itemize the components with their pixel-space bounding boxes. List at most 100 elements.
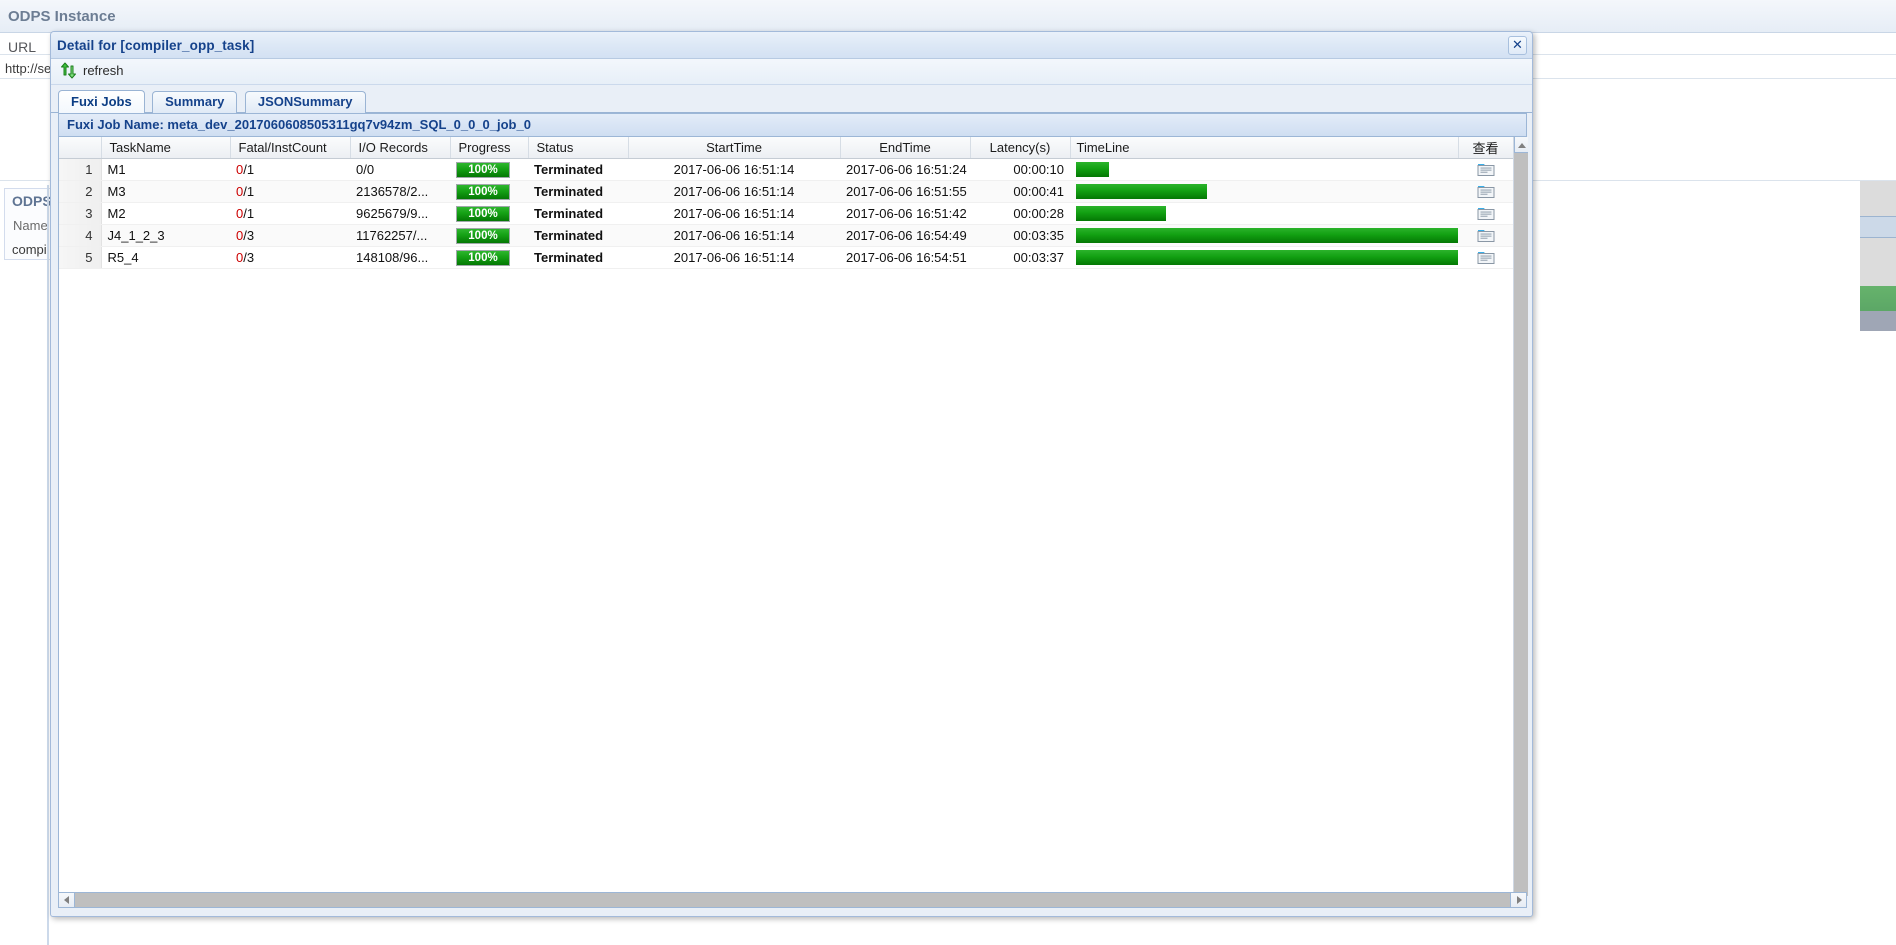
- table-row[interactable]: 2 M3 0/1 2136578/2... 100% Terminated 20…: [59, 180, 1513, 202]
- grid-scroll-area: TaskName Fatal/InstCount I/O Records Pro…: [59, 137, 1528, 896]
- tab-jsonsummary[interactable]: JSONSummary: [245, 91, 366, 113]
- background-vertical-separator: [47, 185, 49, 945]
- cell-taskname: J4_1_2_3: [101, 224, 230, 246]
- cell-latency: 00:03:37: [970, 246, 1070, 268]
- cell-latency: 00:00:28: [970, 202, 1070, 224]
- scroll-right-button[interactable]: [1510, 893, 1526, 907]
- cell-starttime: 2017-06-06 16:51:14: [628, 158, 840, 180]
- dialog-title: Detail for [compiler_opp_task]: [57, 38, 254, 53]
- refresh-label: refresh: [83, 63, 123, 78]
- cell-starttime: 2017-06-06 16:51:14: [628, 224, 840, 246]
- cell-starttime: 2017-06-06 16:51:14: [628, 180, 840, 202]
- cell-starttime: 2017-06-06 16:51:14: [628, 246, 840, 268]
- cell-taskname: M1: [101, 158, 230, 180]
- col-header-fatal-instcount[interactable]: Fatal/InstCount: [230, 137, 350, 158]
- col-header-progress[interactable]: Progress: [450, 137, 528, 158]
- table-body: 1 M1 0/1 0/0 100% Terminated 2017-06-06 …: [59, 158, 1513, 268]
- col-header-latency[interactable]: Latency(s): [970, 137, 1070, 158]
- background-right-highlight: [1860, 216, 1896, 238]
- cell-timeline: [1070, 224, 1458, 246]
- cell-taskname: M2: [101, 202, 230, 224]
- col-header-timeline[interactable]: TimeLine: [1070, 137, 1458, 158]
- cell-timeline: [1070, 158, 1458, 180]
- background-header-title: ODPS Instance: [8, 8, 116, 25]
- cell-progress: 100%: [450, 246, 528, 268]
- folder-icon[interactable]: [1477, 183, 1495, 199]
- cell-progress: 100%: [450, 224, 528, 246]
- folder-icon[interactable]: [1477, 205, 1495, 221]
- cell-latency: 00:00:10: [970, 158, 1070, 180]
- inst-count: /1: [243, 162, 254, 177]
- cell-view[interactable]: [1458, 158, 1513, 180]
- col-header-taskname[interactable]: TaskName: [101, 137, 230, 158]
- cell-view[interactable]: [1458, 246, 1513, 268]
- background-header: [0, 0, 1896, 33]
- folder-icon[interactable]: [1477, 249, 1495, 265]
- col-header-endtime[interactable]: EndTime: [840, 137, 970, 158]
- scroll-left-button[interactable]: [59, 893, 75, 907]
- progress-bar: 100%: [456, 162, 510, 178]
- cell-latency: 00:00:41: [970, 180, 1070, 202]
- cell-io-records: 148108/96...: [350, 246, 450, 268]
- fuxi-job-name-header: Fuxi Job Name: meta_dev_2017060608505311…: [59, 114, 1526, 137]
- detail-dialog: Detail for [compiler_opp_task] ✕ refresh…: [50, 31, 1533, 917]
- cell-fatal-instcount: 0/1: [230, 158, 350, 180]
- table-row[interactable]: 3 M2 0/1 9625679/9... 100% Terminated 20…: [59, 202, 1513, 224]
- inst-count: /3: [243, 250, 254, 265]
- col-header-status[interactable]: Status: [528, 137, 628, 158]
- cell-timeline: [1070, 202, 1458, 224]
- dialog-titlebar[interactable]: Detail for [compiler_opp_task] ✕: [51, 32, 1532, 59]
- row-number: 3: [59, 202, 101, 224]
- cell-progress: 100%: [450, 202, 528, 224]
- progress-bar: 100%: [456, 184, 510, 200]
- timeline-bar: [1076, 206, 1166, 221]
- cell-status: Terminated: [528, 180, 628, 202]
- refresh-button[interactable]: refresh: [60, 62, 123, 79]
- cell-latency: 00:03:35: [970, 224, 1070, 246]
- cell-status: Terminated: [528, 246, 628, 268]
- cell-status: Terminated: [528, 224, 628, 246]
- background-url-label: URL: [8, 39, 36, 55]
- inst-count: /3: [243, 228, 254, 243]
- fuxi-jobs-table: TaskName Fatal/InstCount I/O Records Pro…: [59, 137, 1514, 269]
- table-header-row: TaskName Fatal/InstCount I/O Records Pro…: [59, 137, 1513, 158]
- cell-view[interactable]: [1458, 180, 1513, 202]
- chevron-left-icon: [64, 896, 69, 904]
- col-header-view[interactable]: 查看: [1458, 137, 1513, 158]
- dialog-horizontal-scrollbar[interactable]: [58, 892, 1527, 908]
- timeline-bar: [1076, 162, 1109, 177]
- row-number: 1: [59, 158, 101, 180]
- folder-icon[interactable]: [1477, 227, 1495, 243]
- tab-fuxi-jobs[interactable]: Fuxi Jobs: [58, 90, 145, 113]
- folder-icon[interactable]: [1477, 161, 1495, 177]
- timeline-bar: [1076, 250, 1458, 265]
- cell-fatal-instcount: 0/1: [230, 180, 350, 202]
- refresh-icon: [60, 62, 77, 79]
- background-url-value: http://se: [5, 61, 51, 76]
- col-header-starttime[interactable]: StartTime: [628, 137, 840, 158]
- cell-view[interactable]: [1458, 202, 1513, 224]
- row-number: 2: [59, 180, 101, 202]
- progress-bar: 100%: [456, 228, 510, 244]
- close-icon[interactable]: ✕: [1508, 36, 1527, 55]
- inst-count: /1: [243, 206, 254, 221]
- cell-timeline: [1070, 180, 1458, 202]
- cell-io-records: 11762257/...: [350, 224, 450, 246]
- table-row[interactable]: 5 R5_4 0/3 148108/96... 100% Terminated …: [59, 246, 1513, 268]
- cell-fatal-instcount: 0/3: [230, 224, 350, 246]
- cell-timeline: [1070, 246, 1458, 268]
- scroll-up-button[interactable]: [1514, 137, 1528, 153]
- inst-count: /1: [243, 184, 254, 199]
- col-header-io-records[interactable]: I/O Records: [350, 137, 450, 158]
- cell-view[interactable]: [1458, 224, 1513, 246]
- table-row[interactable]: 4 J4_1_2_3 0/3 11762257/... 100% Termina…: [59, 224, 1513, 246]
- cell-starttime: 2017-06-06 16:51:14: [628, 202, 840, 224]
- cell-endtime: 2017-06-06 16:51:42: [840, 202, 970, 224]
- grid-vertical-scrollbar[interactable]: [1513, 137, 1528, 896]
- background-right-green-bar: [1860, 286, 1896, 311]
- tab-summary[interactable]: Summary: [152, 91, 237, 113]
- col-header-rownum[interactable]: [59, 137, 101, 158]
- table-row[interactable]: 1 M1 0/1 0/0 100% Terminated 2017-06-06 …: [59, 158, 1513, 180]
- cell-endtime: 2017-06-06 16:54:51: [840, 246, 970, 268]
- cell-status: Terminated: [528, 202, 628, 224]
